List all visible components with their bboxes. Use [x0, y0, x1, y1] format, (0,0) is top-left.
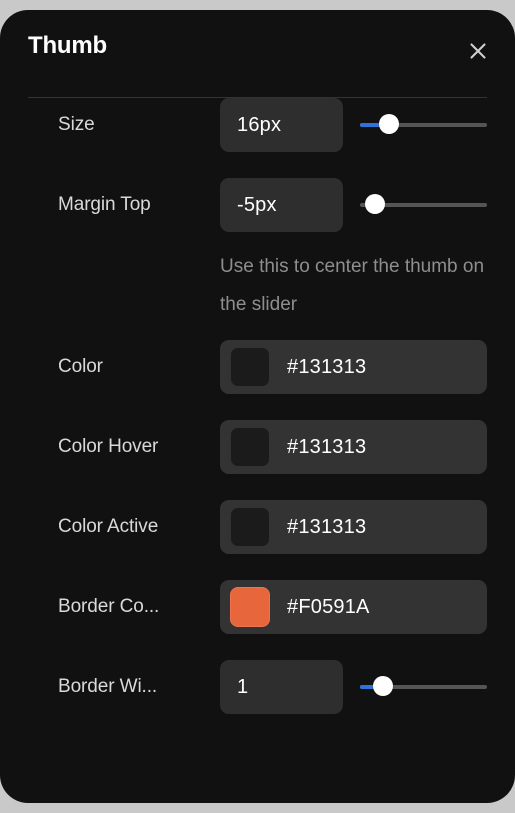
page-title: Thumb	[28, 32, 107, 59]
border-width-input-value: 1	[237, 675, 249, 698]
label-color-hover: Color Hover	[58, 436, 159, 457]
label-border-width: Border Wi...	[58, 676, 158, 697]
size-input[interactable]: 16px	[220, 98, 343, 152]
label-size: Size	[58, 114, 95, 135]
margin-top-hint: Use this to center the thumb on the slid…	[220, 256, 485, 315]
margin-top-input[interactable]: -5px	[220, 178, 343, 232]
row-size: Size 16px	[0, 98, 515, 152]
color-active-field[interactable]: #131313	[220, 500, 487, 554]
row-color-hover: Color Hover #131313	[0, 420, 515, 474]
color-field[interactable]: #131313	[220, 340, 487, 394]
color-hover-field[interactable]: #131313	[220, 420, 487, 474]
screen: Thumb Size 16px Margin Top -5px Use this…	[0, 0, 515, 813]
border-color-swatch[interactable]	[230, 587, 270, 627]
row-border-color: Border Co... #F0591A	[0, 580, 515, 634]
row-color: Color #131313	[0, 340, 515, 394]
border-color-hex-value: #F0591A	[287, 595, 370, 618]
size-slider-thumb[interactable]	[379, 114, 399, 134]
margin-top-slider[interactable]	[360, 194, 487, 216]
settings-rows: Size 16px Margin Top -5px Use this to ce…	[0, 98, 515, 740]
label-color-active: Color Active	[58, 516, 159, 537]
margin-top-slider-thumb[interactable]	[365, 194, 385, 214]
panel-header: Thumb	[0, 10, 515, 98]
row-border-width: Border Wi... 1	[0, 660, 515, 714]
border-width-slider-thumb[interactable]	[373, 676, 393, 696]
border-width-slider[interactable]	[360, 676, 487, 698]
border-width-input[interactable]: 1	[220, 660, 343, 714]
row-color-active: Color Active #131313	[0, 500, 515, 554]
border-color-field[interactable]: #F0591A	[220, 580, 487, 634]
label-border-color: Border Co...	[58, 596, 160, 617]
size-slider[interactable]	[360, 114, 487, 136]
size-input-value: 16px	[237, 113, 282, 136]
label-color: Color	[58, 356, 103, 377]
color-hex-value: #131313	[287, 355, 367, 378]
color-active-swatch[interactable]	[230, 507, 270, 547]
color-hover-swatch[interactable]	[230, 427, 270, 467]
color-swatch[interactable]	[230, 347, 270, 387]
close-icon	[468, 41, 488, 61]
thumb-settings-panel: Thumb Size 16px Margin Top -5px Use this…	[0, 10, 515, 803]
color-hover-hex-value: #131313	[287, 435, 367, 458]
margin-top-input-value: -5px	[237, 193, 277, 216]
label-margin-top: Margin Top	[58, 194, 151, 215]
color-active-hex-value: #131313	[287, 515, 367, 538]
close-button[interactable]	[463, 36, 493, 66]
row-margin-top: Margin Top -5px	[0, 178, 515, 232]
